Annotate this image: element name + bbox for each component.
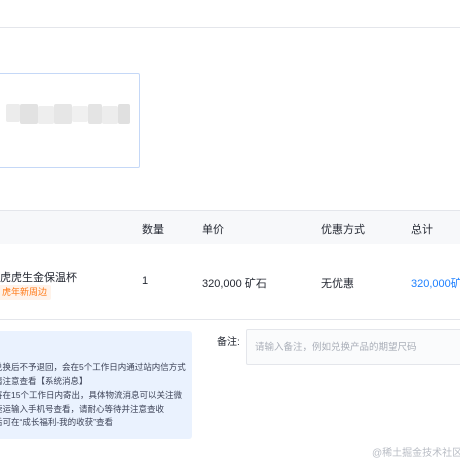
- header-unit-price: 单价: [202, 224, 224, 236]
- product-tag: 虎年新周边: [0, 285, 52, 300]
- blurred-address-text: [72, 106, 88, 122]
- blurred-address-text: [54, 104, 72, 124]
- blurred-address-text: [20, 104, 38, 124]
- product-quantity: 1: [142, 275, 149, 287]
- remark-label: 备注:: [217, 337, 240, 348]
- blurred-address-text: [118, 104, 130, 124]
- blurred-address-text: [102, 106, 118, 124]
- notice-line: 将在15个工作日内寄出，具体物流消息可以关注微: [0, 390, 182, 400]
- blurred-address-text: [38, 106, 54, 124]
- notice-line: 兑换后不予退回，会在5个工作日内通过站内信方式: [0, 362, 186, 372]
- top-divider: [0, 27, 460, 28]
- exchange-notice: 兑换后不予退回，会在5个工作日内通过站内信方式 请注意查看【系统消息】 将在15…: [0, 331, 192, 439]
- product-discount: 无优惠: [321, 278, 354, 290]
- header-total: 总计: [411, 224, 433, 236]
- notice-line: 速运输入手机号查看，请耐心等待并注意查收: [0, 404, 165, 414]
- header-discount: 优惠方式: [321, 224, 365, 236]
- table-row: 虎虎生金保温杯 虎年新周边 1 320,000 矿石 无优惠 320,000矿: [0, 243, 460, 320]
- order-table-header: 数量 单价 优惠方式 总计: [0, 210, 460, 244]
- notice-line: 请注意查看【系统消息】: [0, 376, 88, 386]
- watermark: @稀土掘金技术社区: [372, 448, 460, 459]
- product-unit-price: 320,000 矿石: [202, 278, 267, 290]
- product-total: 320,000矿: [411, 278, 460, 290]
- order-confirm-page: 数量 单价 优惠方式 总计 虎虎生金保温杯 虎年新周边 1 320,000 矿石…: [0, 0, 460, 460]
- remark-input[interactable]: [246, 329, 460, 365]
- blurred-address-text: [88, 104, 102, 124]
- header-quantity: 数量: [142, 224, 164, 236]
- notice-line: 后可在“成长福利-我的收获”查看: [0, 417, 113, 427]
- blurred-address-text: [6, 104, 20, 122]
- product-name: 虎虎生金保温杯: [0, 272, 77, 284]
